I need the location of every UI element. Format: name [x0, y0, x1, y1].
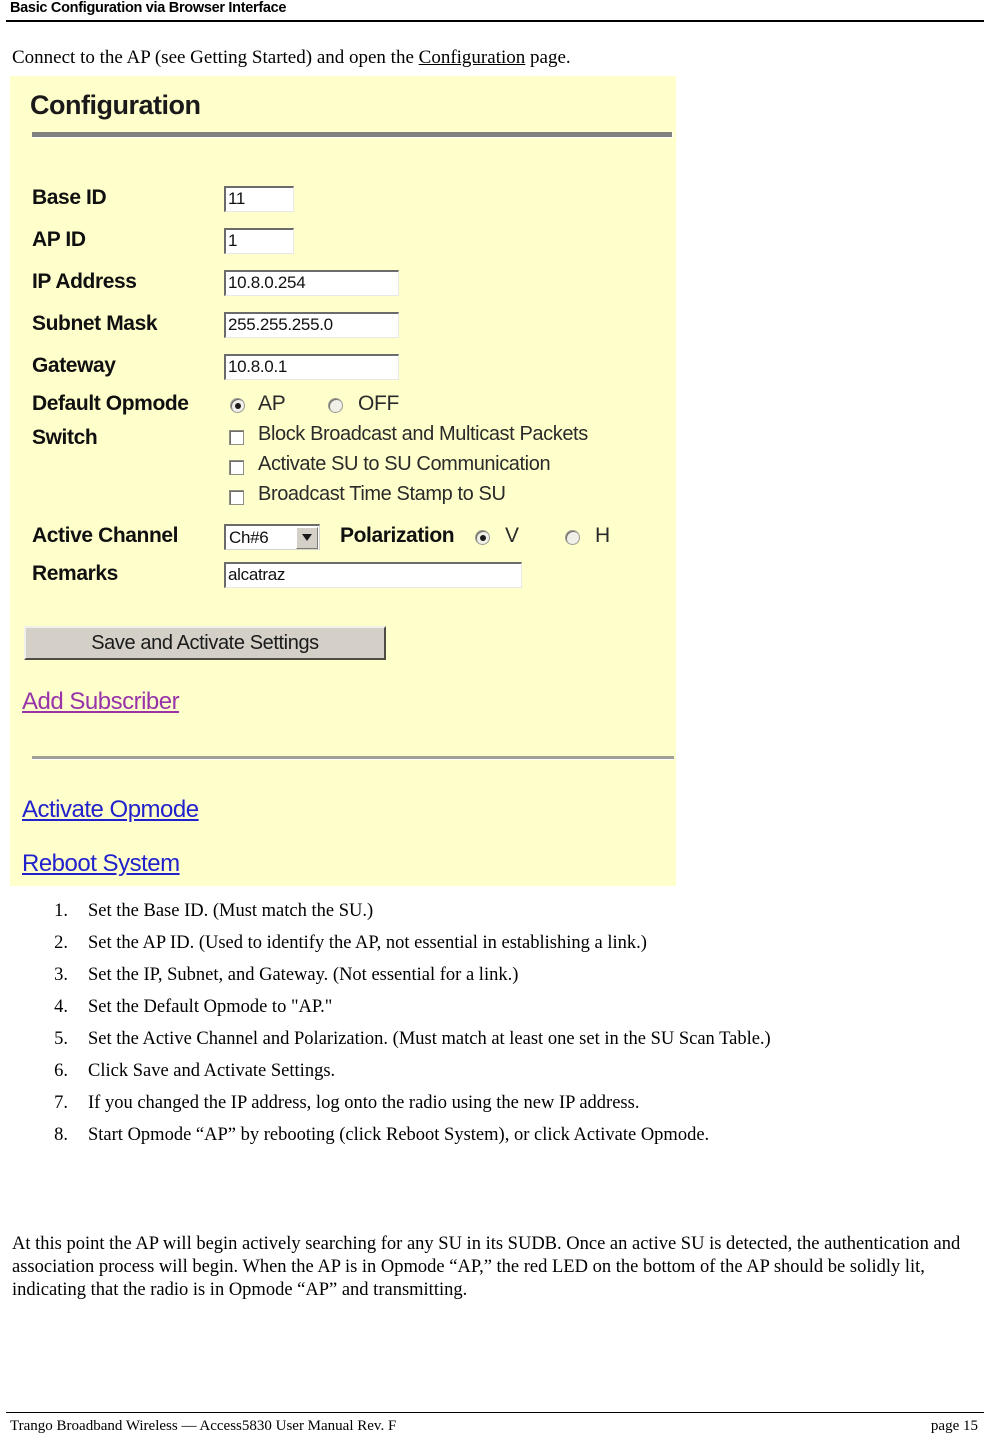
field-row-subnet-mask: Subnet Mask 255.255.255.0 [10, 312, 676, 346]
field-row-default-opmode: Default Opmode AP OFF [10, 392, 676, 426]
polarization-radio-h[interactable] [565, 530, 580, 545]
step-number: 1. [54, 901, 68, 921]
list-item: 3. Set the IP, Subnet, and Gateway. (Not… [40, 964, 940, 996]
document-running-header: Basic Configuration via Browser Interfac… [0, 0, 990, 22]
polarization-v-label: V [505, 524, 519, 547]
ip-address-label: IP Address [32, 270, 137, 293]
remarks-label: Remarks [32, 562, 118, 585]
step-text: Set the Default Opmode to "AP." [88, 997, 333, 1017]
configuration-page-reference: Configuration [418, 47, 526, 68]
default-opmode-off-label: OFF [358, 392, 400, 415]
intro-paragraph: Connect to the AP (see Getting Started) … [12, 46, 571, 70]
field-row-ip-address: IP Address 10.8.0.254 [10, 270, 676, 304]
step-text: Click Save and Activate Settings. [88, 1061, 336, 1081]
field-row-gateway: Gateway 10.8.0.1 [10, 354, 676, 388]
step-number: 7. [54, 1093, 68, 1113]
gateway-label: Gateway [32, 354, 116, 377]
switch-checkbox-block-broadcast[interactable] [229, 430, 244, 445]
list-item: 5. Set the Active Channel and Polarizati… [40, 1028, 940, 1060]
default-opmode-radio-off[interactable] [328, 398, 343, 413]
gateway-input[interactable]: 10.8.0.1 [224, 354, 399, 380]
list-item: 7. If you changed the IP address, log on… [40, 1092, 940, 1124]
activate-opmode-link[interactable]: Activate Opmode [22, 796, 199, 824]
chevron-down-icon [296, 526, 318, 549]
field-row-ap-id: AP ID 1 [10, 228, 676, 262]
field-row-switch: Switch Block Broadcast and Multicast Pac… [10, 423, 676, 516]
footer-page-number: page 15 [930, 1418, 978, 1434]
configuration-screenshot-panel: Configuration Base ID 11 AP ID 1 IP Addr… [10, 76, 676, 886]
default-opmode-radio-ap[interactable] [230, 398, 245, 413]
intro-text-after: page. [525, 47, 571, 68]
remarks-input[interactable]: alcatraz [224, 562, 522, 588]
subnet-mask-input[interactable]: 255.255.255.0 [224, 312, 399, 338]
step-text: If you changed the IP address, log onto … [88, 1093, 640, 1113]
panel-separator [32, 756, 674, 760]
ap-id-input[interactable]: 1 [224, 228, 294, 254]
step-text: Set the Active Channel and Polarization.… [88, 1029, 771, 1049]
step-number: 4. [54, 997, 68, 1017]
reboot-system-link[interactable]: Reboot System [22, 850, 180, 878]
list-item: 8. Start Opmode “AP” by rebooting (click… [40, 1124, 940, 1156]
switch-checkbox-su-to-su[interactable] [229, 460, 244, 475]
header-divider [6, 20, 984, 22]
closing-paragraph: At this point the AP will begin actively… [12, 1234, 961, 1300]
step-number: 3. [54, 965, 68, 985]
switch-label-block-broadcast: Block Broadcast and Multicast Packets [258, 423, 588, 445]
field-row-active-channel: Active Channel Ch#6 Polarization V H [10, 524, 676, 558]
list-item: 4. Set the Default Opmode to "AP." [40, 996, 940, 1028]
list-item: 1. Set the Base ID. (Must match the SU.) [40, 900, 940, 932]
footer-manual-reference: Trango Broadband Wireless — Access5830 U… [10, 1418, 397, 1434]
step-number: 2. [54, 933, 68, 953]
switch-label: Switch [32, 426, 98, 449]
list-item: 6. Click Save and Activate Settings. [40, 1060, 940, 1092]
save-and-activate-settings-button[interactable]: Save and Activate Settings [24, 626, 386, 660]
step-number: 6. [54, 1061, 68, 1081]
step-text: Set the Base ID. (Must match the SU.) [88, 901, 374, 921]
page-title: Basic Configuration via Browser Interfac… [10, 0, 287, 16]
switch-checkbox-time-stamp[interactable] [229, 490, 244, 505]
switch-label-su-to-su: Activate SU to SU Communication [258, 453, 551, 475]
field-row-remarks: Remarks alcatraz [10, 562, 676, 596]
active-channel-label: Active Channel [32, 524, 179, 547]
intro-text-before: Connect to the AP (see Getting Started) … [12, 47, 419, 68]
step-text: Set the AP ID. (Used to identify the AP,… [88, 933, 647, 953]
base-id-input[interactable]: 11 [224, 186, 294, 212]
subnet-mask-label: Subnet Mask [32, 312, 158, 335]
instruction-steps-list: 1. Set the Base ID. (Must match the SU.)… [40, 900, 940, 1156]
ip-address-input[interactable]: 10.8.0.254 [224, 270, 399, 296]
active-channel-select[interactable]: Ch#6 [224, 524, 320, 550]
polarization-h-label: H [595, 524, 610, 547]
switch-label-time-stamp: Broadcast Time Stamp to SU [258, 483, 506, 505]
active-channel-selected-value: Ch#6 [229, 527, 269, 547]
step-number: 5. [54, 1029, 68, 1049]
step-number: 8. [54, 1125, 68, 1145]
default-opmode-label: Default Opmode [32, 392, 189, 415]
polarization-radio-v[interactable] [475, 530, 490, 545]
ap-id-label: AP ID [32, 228, 86, 251]
configuration-heading: Configuration [30, 90, 201, 120]
field-row-base-id: Base ID 11 [10, 186, 676, 220]
default-opmode-ap-label: AP [258, 392, 286, 415]
polarization-label: Polarization [340, 524, 455, 547]
add-subscriber-link[interactable]: Add Subscriber [22, 688, 180, 716]
footer-divider [6, 1412, 984, 1413]
list-item: 2. Set the AP ID. (Used to identify the … [40, 932, 940, 964]
step-text: Start Opmode “AP” by rebooting (click Re… [88, 1125, 710, 1145]
configuration-heading-divider [32, 132, 673, 138]
step-text: Set the IP, Subnet, and Gateway. (Not es… [88, 965, 519, 985]
base-id-label: Base ID [32, 186, 107, 209]
